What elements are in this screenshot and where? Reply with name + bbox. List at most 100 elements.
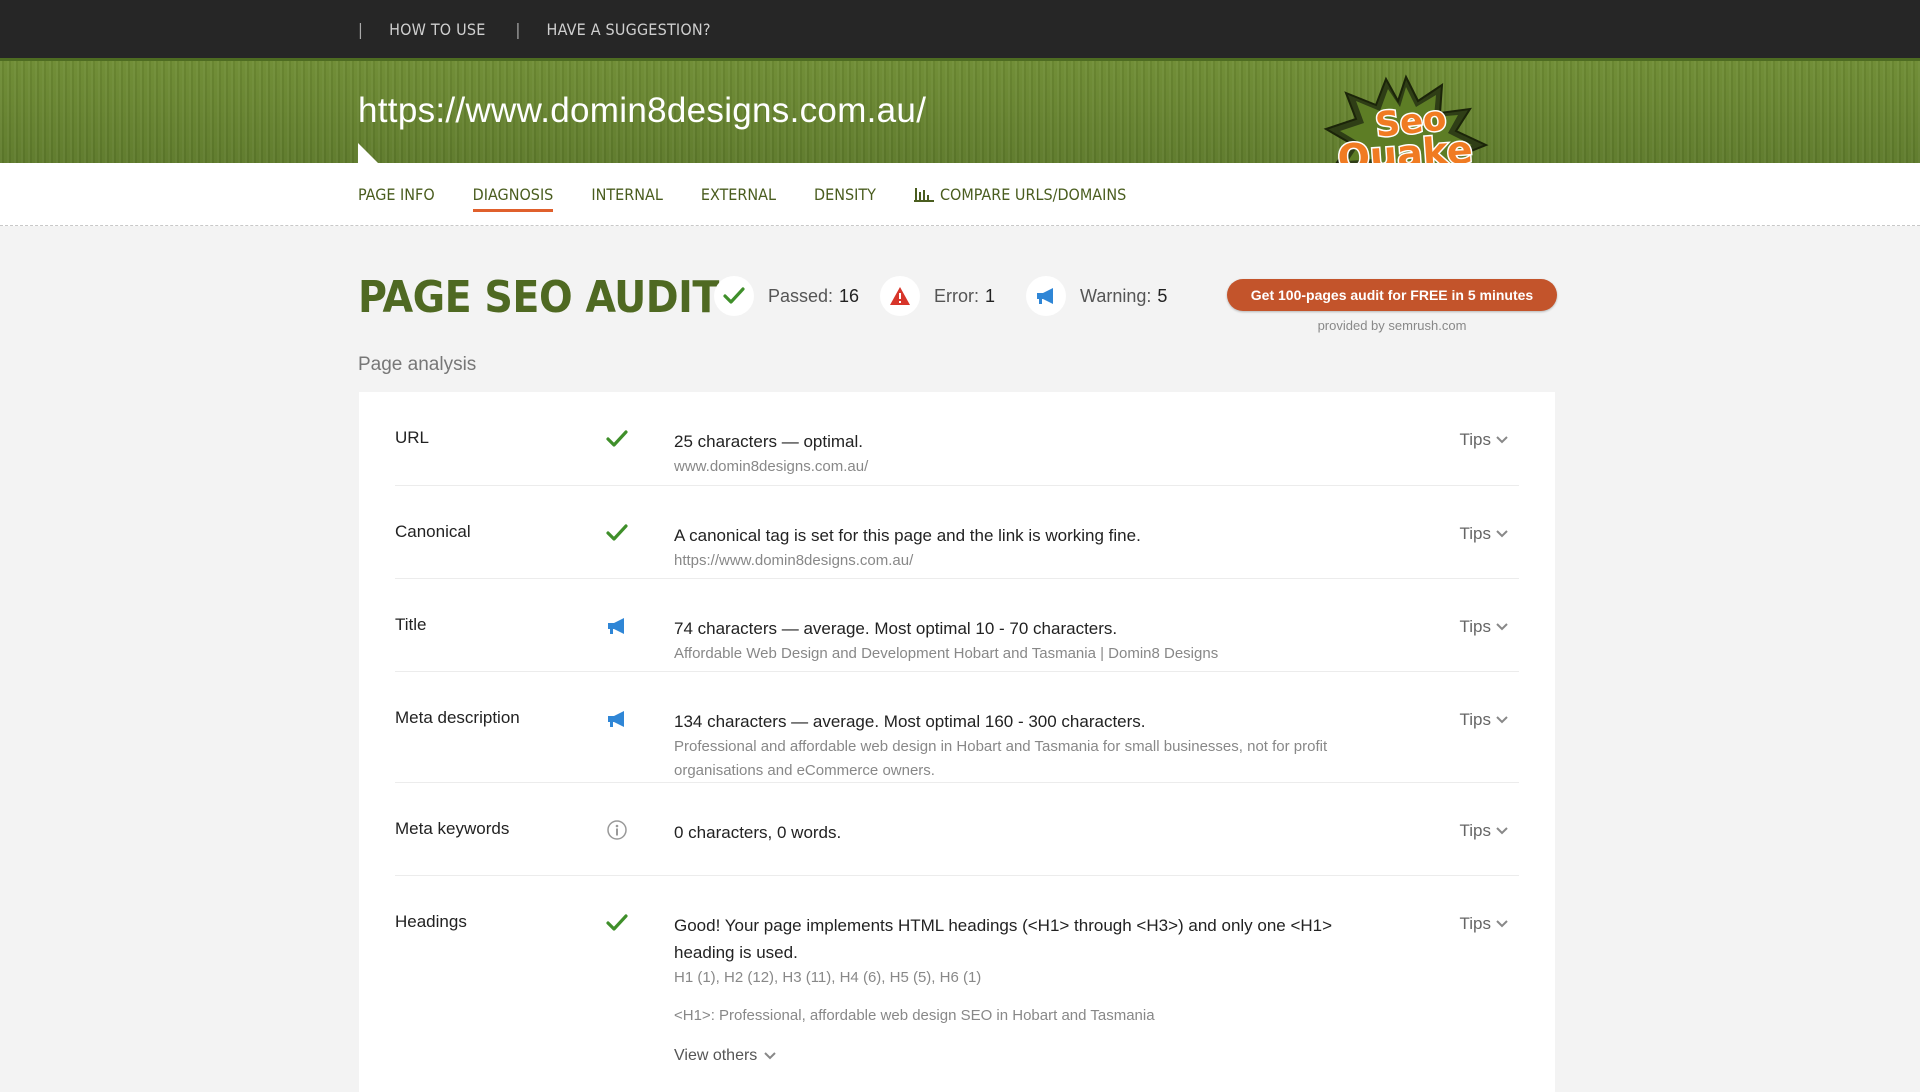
tab-label: INTERNAL <box>591 184 663 204</box>
warning-badge <box>1026 276 1066 316</box>
row-status <box>605 708 629 730</box>
row-detail: https://www.domin8designs.com.au/ <box>674 552 914 569</box>
tips-label: Tips <box>1459 914 1492 933</box>
megaphone-icon <box>1037 288 1053 304</box>
tab-diagnosis[interactable]: DIAGNOSIS <box>472 184 554 212</box>
row-message-text: 74 characters — average. Most optimal 10… <box>674 619 1118 638</box>
view-others-toggle[interactable]: View others <box>674 1042 1394 1069</box>
tips-label: Tips <box>1459 524 1492 543</box>
row-message: 0 characters, 0 words. <box>674 819 1394 846</box>
error-label: Error: <box>934 285 979 306</box>
free-audit-button[interactable]: Get 100-pages audit for FREE in 5 minute… <box>1227 279 1557 311</box>
row-message: 74 characters — average. Most optimal 10… <box>674 615 1394 666</box>
tips-label: Tips <box>1459 430 1492 449</box>
row-message: 25 characters — optimal. www.domin8desig… <box>674 428 1394 479</box>
warning-stat: Warning: 5 <box>1026 276 1167 316</box>
page-title: PAGE SEO AUDIT <box>358 272 719 323</box>
check-icon <box>606 430 628 447</box>
check-icon <box>723 287 745 304</box>
chevron-down-icon <box>764 1051 777 1059</box>
warning-triangle-icon <box>890 287 910 305</box>
row-message: 134 characters — average. Most optimal 1… <box>674 708 1394 783</box>
passed-stat: Passed: 16 <box>714 276 859 316</box>
row-name: Canonical <box>395 522 471 541</box>
error-stat: Error: 1 <box>880 276 995 316</box>
tips-label: Tips <box>1459 617 1492 636</box>
tips-toggle[interactable]: Tips <box>1460 710 1510 730</box>
row-status <box>605 912 629 934</box>
tab-label: COMPARE URLS/DOMAINS <box>939 184 1127 204</box>
top-nav: | HOW TO USE | HAVE A SUGGESTION? <box>358 0 741 58</box>
tab-bar: PAGE INFO DIAGNOSIS INTERNAL EXTERNAL DE… <box>0 163 1920 226</box>
passed-label: Passed: <box>768 285 834 306</box>
tab-label: PAGE INFO <box>358 184 435 204</box>
tab-density[interactable]: DENSITY <box>814 185 876 204</box>
bar-chart-icon <box>913 187 934 202</box>
row-name: Meta description <box>395 708 520 727</box>
warning-count: 5 <box>1157 285 1168 306</box>
tab-compare[interactable]: COMPARE URLS/DOMAINS <box>913 184 1127 204</box>
row-detail: Affordable Web Design and Development Ho… <box>674 645 1219 662</box>
tab-label: DENSITY <box>814 184 876 204</box>
provided-by-text: provided by semrush.com <box>1317 318 1467 333</box>
chevron-down-icon <box>1496 530 1508 538</box>
tab-label: EXTERNAL <box>700 184 777 204</box>
megaphone-icon <box>608 711 624 727</box>
nav-separator: | <box>358 19 364 39</box>
row-status <box>605 615 629 637</box>
row-status <box>605 522 629 544</box>
tab-external[interactable]: EXTERNAL <box>701 185 776 204</box>
tab-page-info[interactable]: PAGE INFO <box>358 185 435 204</box>
analysis-row-meta-description: Meta description 134 characters — averag… <box>395 672 1519 783</box>
row-message: Good! Your page implements HTML headings… <box>674 912 1394 1069</box>
row-message-text: 25 characters — optimal. <box>674 432 863 451</box>
row-detail: www.domin8designs.com.au/ <box>674 458 869 475</box>
analysis-row-url: URL 25 characters — optimal. www.domin8d… <box>395 392 1519 486</box>
row-message-text: 134 characters — average. Most optimal 1… <box>674 712 1146 731</box>
header-band: https://www.domin8designs.com.au/ Seo Qu… <box>0 58 1920 201</box>
row-detail: Professional and affordable web design i… <box>674 738 1328 779</box>
section-label: Page analysis <box>358 354 477 375</box>
chevron-down-icon <box>1496 623 1508 631</box>
warning-label: Warning: <box>1080 285 1152 306</box>
tips-label: Tips <box>1459 710 1492 729</box>
chevron-down-icon <box>1496 716 1508 724</box>
tips-toggle[interactable]: Tips <box>1460 617 1510 637</box>
analysis-panel: URL 25 characters — optimal. www.domin8d… <box>359 392 1555 1092</box>
tips-toggle[interactable]: Tips <box>1460 524 1510 544</box>
analysis-row-title: Title 74 characters — average. Most opti… <box>395 579 1519 672</box>
chevron-down-icon <box>1496 436 1508 444</box>
suggestion-link[interactable]: HAVE A SUGGESTION? <box>547 20 711 39</box>
how-to-use-link[interactable]: HOW TO USE <box>389 20 485 39</box>
check-icon <box>606 914 628 931</box>
error-badge <box>880 276 920 316</box>
page-url-title: https://www.domin8designs.com.au/ <box>358 91 927 130</box>
tab-internal[interactable]: INTERNAL <box>591 185 663 204</box>
row-message-text: A canonical tag is set for this page and… <box>674 526 1141 545</box>
check-icon <box>606 524 628 541</box>
row-detail: H1 (1), H2 (12), H3 (11), H4 (6), H5 (5)… <box>674 969 982 986</box>
row-status <box>605 819 629 841</box>
chevron-down-icon <box>1496 920 1508 928</box>
nav-separator: | <box>515 19 521 39</box>
tab-row: PAGE INFO DIAGNOSIS INTERNAL EXTERNAL DE… <box>358 163 1164 225</box>
megaphone-icon <box>608 618 624 634</box>
analysis-row-headings: Headings Good! Your page implements HTML… <box>395 876 1519 1092</box>
analysis-row-canonical: Canonical A canonical tag is set for thi… <box>395 486 1519 579</box>
tab-label: DIAGNOSIS <box>472 184 554 204</box>
row-name: Title <box>395 615 427 634</box>
row-status <box>605 428 629 450</box>
error-count: 1 <box>985 285 996 306</box>
top-bar: | HOW TO USE | HAVE A SUGGESTION? <box>0 0 1920 58</box>
row-name: URL <box>395 428 430 447</box>
analysis-row-meta-keywords: Meta keywords 0 characters, 0 words. Tip… <box>395 783 1519 876</box>
passed-count: 16 <box>839 285 860 306</box>
tips-toggle[interactable]: Tips <box>1460 821 1510 841</box>
row-message: A canonical tag is set for this page and… <box>674 522 1394 573</box>
tips-toggle[interactable]: Tips <box>1460 430 1510 450</box>
row-h1-detail: <H1>: Professional, affordable web desig… <box>674 1007 1155 1024</box>
tips-label: Tips <box>1459 821 1492 840</box>
tips-toggle[interactable]: Tips <box>1460 914 1510 934</box>
info-icon <box>607 820 627 840</box>
row-name: Headings <box>395 912 467 931</box>
